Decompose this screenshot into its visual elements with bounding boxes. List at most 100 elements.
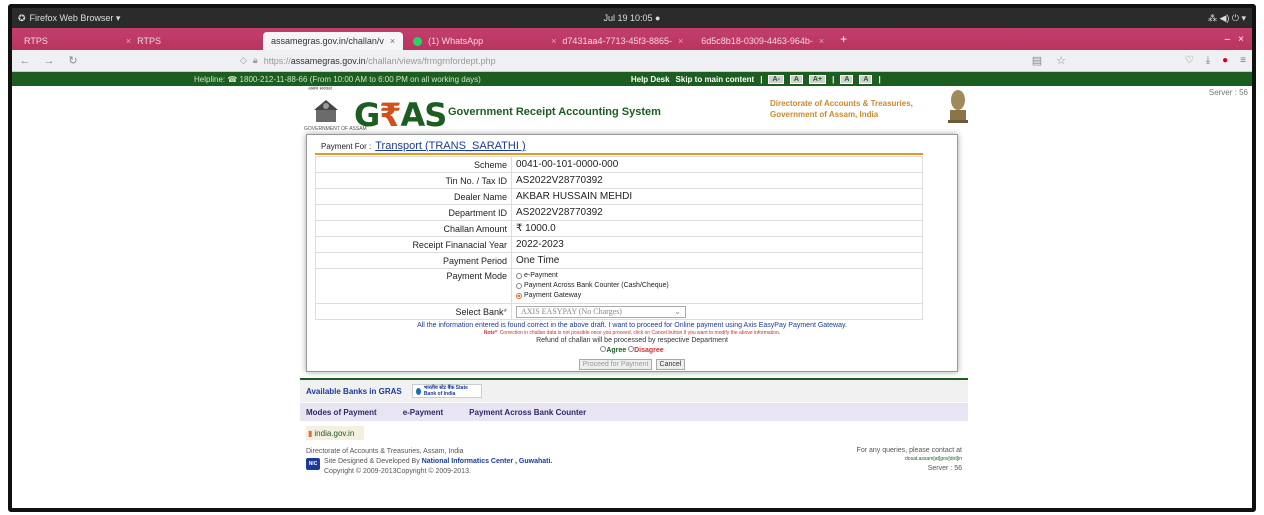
radio-icon[interactable] <box>516 273 522 279</box>
shield-icon[interactable]: ◇ <box>240 55 247 66</box>
field-label: Tin No. / Tax ID <box>315 172 512 189</box>
payment-for-service-link[interactable]: Transport (TRANS_SARATHI ) <box>375 140 525 152</box>
whatsapp-icon <box>413 36 423 46</box>
forward-icon[interactable]: → <box>42 55 56 67</box>
tab-rtps-2[interactable]: × RTPS <box>118 32 169 50</box>
assam-emblem-icon <box>314 100 338 122</box>
helpline-links: Help Desk Skip to main content | A- A A+… <box>630 74 881 84</box>
close-icon[interactable]: × <box>678 36 683 46</box>
pocket-icon[interactable]: ♡ <box>1185 55 1194 66</box>
bookmark-star-icon[interactable]: ☆ <box>1054 54 1068 67</box>
close-icon[interactable]: × <box>126 36 131 46</box>
menu-icon[interactable]: ≡ <box>1240 55 1246 66</box>
system-clock[interactable]: Jul 19 10:05 ● <box>604 13 661 23</box>
radio-icon[interactable] <box>516 283 522 289</box>
firefox-app-menu[interactable]: ✪ Firefox Web Browser ▾ <box>18 13 120 24</box>
url-bar[interactable]: ◇ 🔒︎ https://assamegras.gov.in/challan/v… <box>240 53 1020 69</box>
table-row: Payment Period One Time <box>315 252 923 269</box>
server-label-footer: Server : 56 <box>927 465 962 472</box>
footer-copyright: Copyright © 2009-2013Copyright © 2009-20… <box>324 468 471 475</box>
tab-assamegras[interactable]: assamegras.gov.in/challan/v × <box>262 32 404 50</box>
window-controls[interactable]: – × <box>1225 34 1252 45</box>
tab-label: d7431aa4-7713-45f3-8865- <box>562 36 673 46</box>
tax-id-value: AS2022V28770392 <box>511 172 923 189</box>
font-decrease-button[interactable]: A- <box>768 74 784 84</box>
footer-contact: For any queries, please contact at dosat… <box>760 446 962 473</box>
field-label: Payment Mode <box>315 268 512 304</box>
font-normal-button[interactable]: A <box>789 74 803 84</box>
app-label: Firefox Web Browser ▾ <box>29 12 121 23</box>
gras-subtitle: Government Receipt Accounting System <box>448 106 661 118</box>
field-label: Dealer Name <box>315 188 512 205</box>
tab-label: RTPS <box>24 36 48 46</box>
tab-label: (1) WhatsApp <box>428 36 484 46</box>
extension-icon[interactable]: ● <box>1222 55 1228 66</box>
tab-whatsapp[interactable]: (1) WhatsApp <box>405 32 491 50</box>
footer-credits: Directorate of Accounts & Treasuries, As… <box>306 447 552 477</box>
back-icon[interactable]: ← <box>18 55 32 67</box>
lock-icon[interactable]: 🔒︎ <box>253 55 258 66</box>
confirmation-info-text: All the information entered is found cor… <box>417 322 847 329</box>
footer-directorate: Directorate of Accounts & Treasuries, As… <box>306 448 464 455</box>
close-icon[interactable]: × <box>819 36 824 46</box>
footer-designed-by: Site Designed & Developed By National In… <box>324 458 553 465</box>
table-row: Payment Mode e-Payment Payment Across Ba… <box>315 268 923 304</box>
financial-year-value: 2022-2023 <box>511 236 923 253</box>
tab-rtps-1[interactable]: RTPS <box>16 32 56 50</box>
payment-for-header: Payment For : Transport (TRANS_SARATHI ) <box>315 139 923 155</box>
font-increase-button[interactable]: A+ <box>808 74 827 84</box>
tab-download-2[interactable]: 6d5c8b18-0309-4463-964b- × <box>693 32 832 50</box>
radio-payment-gateway[interactable]: Payment Gateway <box>516 291 922 301</box>
proceed-for-payment-button[interactable]: Proceed for Payment <box>578 359 653 370</box>
tab-label: assamegras.gov.in/challan/v <box>270 36 384 46</box>
field-label: Scheme <box>315 156 512 173</box>
help-desk-link[interactable]: Help Desk <box>631 75 670 84</box>
agree-radio-group: Agree Disagree <box>307 346 957 354</box>
close-icon[interactable]: × <box>390 36 395 46</box>
close-window-icon[interactable]: × <box>1238 34 1244 45</box>
radio-e-payment[interactable]: e-Payment <box>516 271 922 281</box>
browser-nav-bar: ← → ↻ ◇ 🔒︎ https://assamegras.gov.in/cha… <box>12 50 1252 72</box>
agree-label[interactable]: Agree <box>606 347 626 354</box>
skip-to-main-link[interactable]: Skip to main content <box>676 75 755 84</box>
refund-text: Refund of challan will be processed by r… <box>536 337 728 344</box>
reload-icon[interactable]: ↻ <box>66 54 80 67</box>
india-gov-logo[interactable]: ▮ india.gov.in <box>306 426 364 440</box>
challan-amount-value: ₹ 1000.0 <box>511 220 923 237</box>
queries-text: For any queries, please contact at <box>856 447 962 454</box>
table-row: Department ID AS2022V28770392 <box>315 204 923 221</box>
department-id-value: AS2022V28770392 <box>511 204 923 221</box>
field-label: Challan Amount <box>315 220 512 237</box>
table-row: Receipt Finanacial Year 2022-2023 <box>315 236 923 253</box>
table-row: Tin No. / Tax ID AS2022V28770392 <box>315 172 923 189</box>
modes-label: Modes of Payment <box>306 407 377 417</box>
new-tab-button[interactable]: + <box>834 32 853 46</box>
tab-download-1[interactable]: × d7431aa4-7713-45f3-8865- × <box>543 32 691 50</box>
govt-assam-hindi: असम सरकार <box>308 86 333 92</box>
payment-mode-group: e-Payment Payment Across Bank Counter (C… <box>511 268 923 304</box>
field-label: Select Bank* <box>315 303 512 320</box>
radio-selected-icon[interactable] <box>516 293 522 299</box>
firefox-icon: ✪ <box>18 12 26 23</box>
mode-bank-counter[interactable]: Payment Across Bank Counter <box>469 408 586 417</box>
radio-bank-counter[interactable]: Payment Across Bank Counter (Cash/Cheque… <box>516 281 922 291</box>
cancel-button[interactable]: Cancel <box>655 359 686 370</box>
system-tray[interactable]: ⁂ ◀) ⏻ ▾ <box>1208 13 1246 24</box>
reader-view-icon[interactable]: ▤ <box>1030 54 1044 67</box>
download-icon[interactable]: ⤓ <box>1206 55 1210 66</box>
sbi-icon <box>415 387 421 395</box>
minimize-icon[interactable]: – <box>1225 34 1231 45</box>
sbi-logo[interactable]: भारतीय स्टेट बैंक State Bank of India <box>411 384 482 398</box>
contrast-normal-button[interactable]: A <box>859 74 873 84</box>
ashoka-emblem-icon <box>948 90 968 123</box>
close-icon[interactable]: × <box>551 36 556 46</box>
correction-note: Note*: Correction in challan data is not… <box>483 330 781 336</box>
disagree-label[interactable]: Disagree <box>634 347 664 354</box>
select-bank-dropdown[interactable]: AXIS EASYPAY (No Charges) ⌄ <box>516 305 686 318</box>
form-buttons: Proceed for Payment Cancel <box>307 357 957 370</box>
chevron-down-icon: ⌄ <box>674 307 681 316</box>
contrast-high-button[interactable]: A <box>840 74 854 84</box>
contact-email-link[interactable]: dosat.assam[at]gov[dot]in <box>760 455 962 464</box>
mode-e-payment[interactable]: e-Payment <box>403 408 443 417</box>
url-text: https://assamegras.gov.in/challan/views/… <box>263 55 496 66</box>
